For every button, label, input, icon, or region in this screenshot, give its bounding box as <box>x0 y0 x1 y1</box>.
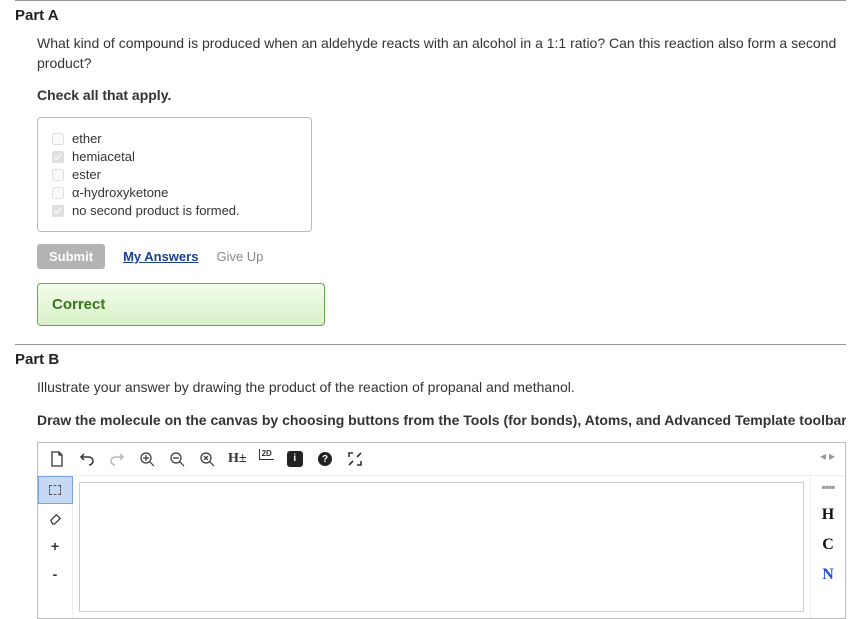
fullscreen-icon[interactable] <box>346 450 364 468</box>
eraser-tool-button[interactable] <box>38 504 73 532</box>
toolbar-nav-arrows[interactable]: ◂ ▸ <box>820 449 835 463</box>
my-answers-link[interactable]: My Answers <box>123 249 198 264</box>
part-b-question: Illustrate your answer by drawing the pr… <box>37 378 846 398</box>
part-a-options-box: ether hemiacetal ester α-hydroxyketone n… <box>37 117 312 232</box>
hydrogen-toggle-button[interactable]: H± <box>228 450 247 468</box>
toolbar-right: ▪▪▪▪ H C N <box>810 476 845 618</box>
part-a-question: What kind of compound is produced when a… <box>37 34 846 73</box>
chevron-left-icon: ◂ <box>820 449 826 463</box>
option-row: no second product is formed. <box>52 203 297 218</box>
toolbar-top: H± 2D i ? ◂ ▸ <box>38 443 845 476</box>
help-icon[interactable]: ? <box>316 450 334 468</box>
zoom-out-icon[interactable] <box>168 450 186 468</box>
drawing-canvas[interactable] <box>79 482 804 612</box>
part-b-instruction: Draw the molecule on the canvas by choos… <box>37 412 846 428</box>
option-row: α-hydroxyketone <box>52 185 297 200</box>
feedback-correct: Correct <box>37 283 325 326</box>
option-label: no second product is formed. <box>72 203 240 218</box>
give-up-link[interactable]: Give Up <box>216 249 263 264</box>
option-checkbox-ester[interactable] <box>52 169 64 181</box>
option-checkbox-hemiacetal[interactable] <box>52 151 64 163</box>
new-file-icon[interactable] <box>48 450 66 468</box>
option-label: ester <box>72 167 101 182</box>
periodic-table-icon[interactable]: ▪▪▪▪ <box>821 480 834 494</box>
redo-icon[interactable] <box>108 450 126 468</box>
view-2d-button[interactable]: 2D <box>259 450 274 468</box>
atom-h-button[interactable]: H <box>815 502 841 528</box>
marquee-tool-button[interactable] <box>38 476 73 504</box>
option-checkbox-no-second-product[interactable] <box>52 205 64 217</box>
undo-icon[interactable] <box>78 450 96 468</box>
part-a-instruction: Check all that apply. <box>37 87 846 103</box>
info-icon[interactable]: i <box>286 450 304 468</box>
option-row: ester <box>52 167 297 182</box>
atom-n-button[interactable]: N <box>815 562 841 588</box>
atom-c-button[interactable]: C <box>815 532 841 558</box>
zoom-in-icon[interactable] <box>138 450 156 468</box>
charge-minus-button[interactable]: - <box>38 560 73 588</box>
option-row: hemiacetal <box>52 149 297 164</box>
part-b-label: Part B <box>15 351 846 368</box>
chevron-right-icon: ▸ <box>829 449 835 463</box>
svg-text:?: ? <box>322 454 328 465</box>
marquee-icon <box>49 485 61 495</box>
charge-plus-button[interactable]: + <box>38 532 73 560</box>
zoom-reset-icon[interactable] <box>198 450 216 468</box>
drawing-canvas-box: H± 2D i ? ◂ ▸ + <box>37 442 846 619</box>
option-label: hemiacetal <box>72 149 135 164</box>
option-label: ether <box>72 131 102 146</box>
option-row: ether <box>52 131 297 146</box>
submit-button[interactable]: Submit <box>37 244 105 269</box>
option-label: α-hydroxyketone <box>72 185 168 200</box>
part-a-label: Part A <box>15 7 846 24</box>
option-checkbox-ether[interactable] <box>52 133 64 145</box>
toolbar-left: + - <box>38 476 73 618</box>
option-checkbox-ahydroxyketone[interactable] <box>52 187 64 199</box>
